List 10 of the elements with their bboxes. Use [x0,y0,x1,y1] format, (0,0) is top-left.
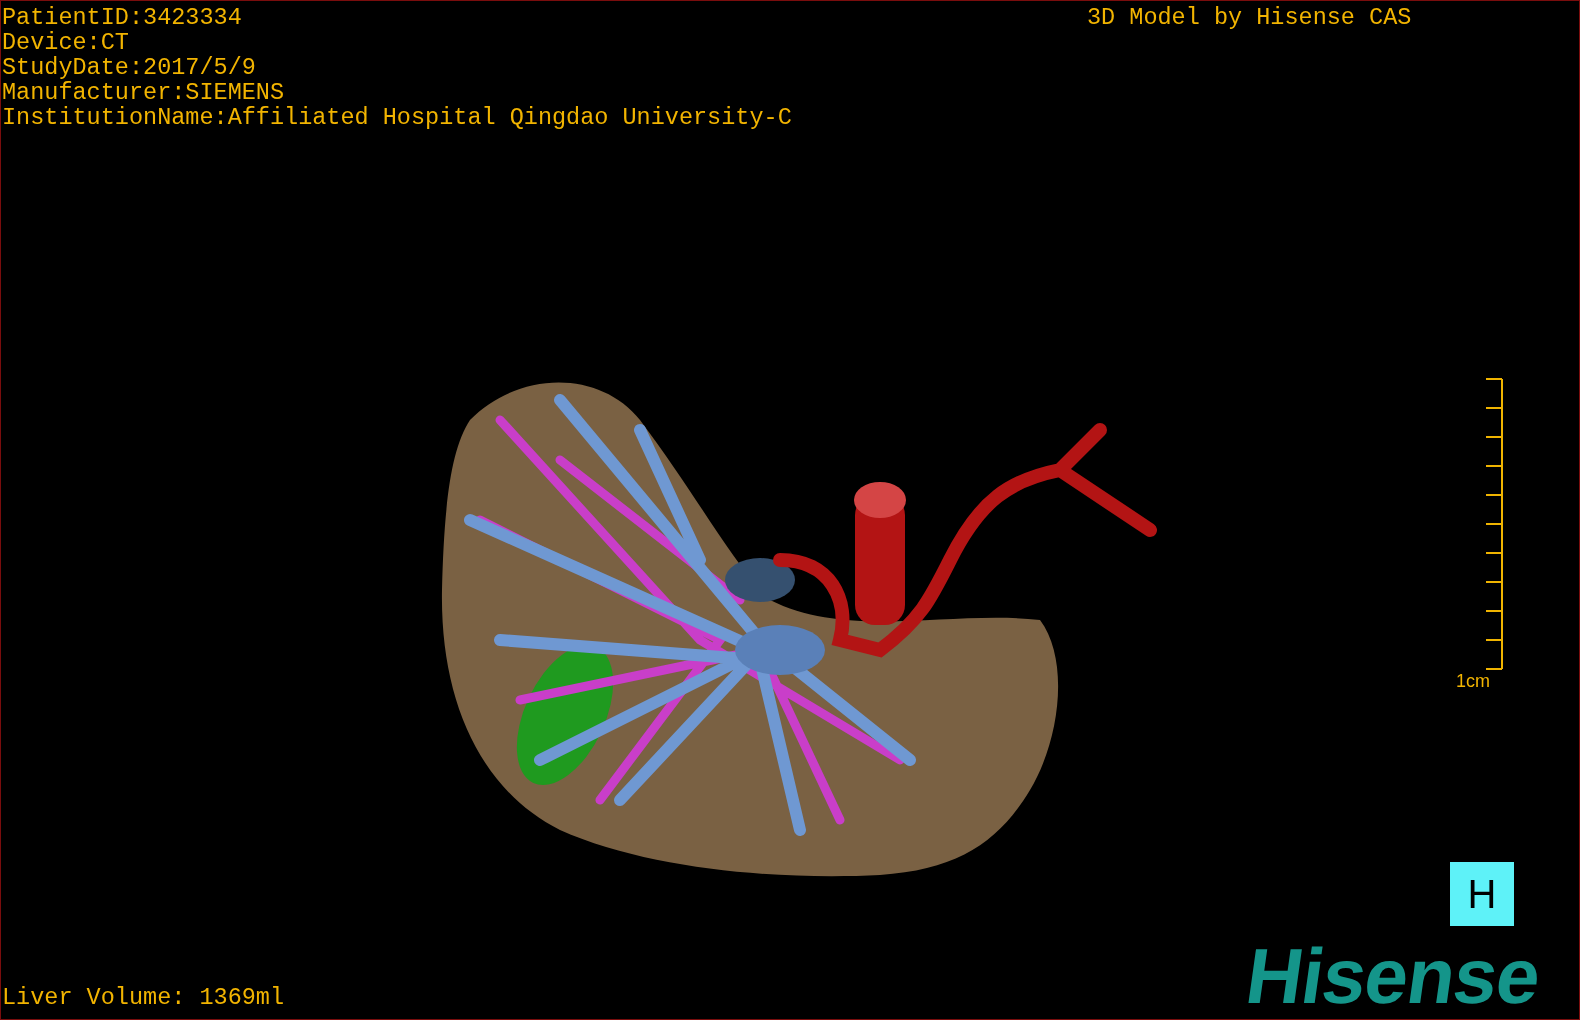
logo: Hisense [1241,936,1545,1016]
info-text: InstitutionName:Affiliated Hospital Qingdao University-C [2,105,792,130]
model-title: 3D Model by Hisense CAS [1087,5,1412,30]
liver-volume: Liver Volume: 1369ml [2,985,285,1010]
orientation-marker: H [1450,862,1514,926]
info-text: Device:CT [2,30,130,55]
info-text: PatientID:3423334 [2,5,243,30]
info-text: StudyDate:2017/5/9 [2,55,257,80]
info-text: Manufacturer:SIEMENS [2,80,286,105]
scale-label: 1cm [1456,671,1490,692]
